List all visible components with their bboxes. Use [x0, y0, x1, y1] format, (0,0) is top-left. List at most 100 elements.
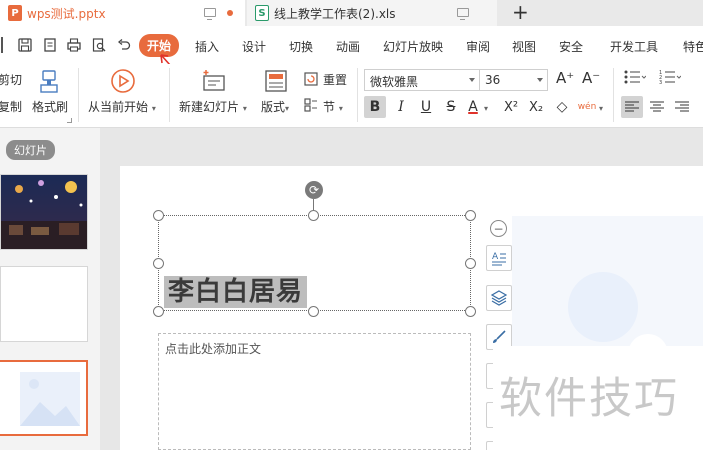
body-placeholder-text[interactable]: 点击此处添加正文 [165, 340, 261, 357]
resize-handle[interactable] [153, 306, 164, 317]
superscript-button[interactable]: X² [500, 96, 522, 118]
menu-insert[interactable]: 插入 [195, 38, 219, 55]
slide-thumbnail-panel: 幻灯片 [0, 128, 100, 450]
tab-xls[interactable]: S 线上教学工作表(2).xls [247, 0, 497, 26]
font-family-value: 微软雅黑 [370, 75, 419, 89]
reset-icon[interactable] [304, 72, 318, 89]
tab-wps-pptx[interactable]: P wps测试.pptx [0, 0, 245, 26]
undo-icon[interactable] [116, 37, 132, 53]
font-size-select[interactable]: 36 [479, 69, 548, 91]
layout-icon[interactable] [265, 70, 287, 95]
menu-view[interactable]: 视图 [512, 38, 536, 55]
chevron-down-icon: ▾ [285, 104, 290, 113]
tab-title: wps测试.pptx [27, 6, 106, 21]
reset-button[interactable]: 重置 [323, 71, 347, 88]
align-right-icon[interactable] [671, 96, 693, 118]
menu-special[interactable]: 特色 [683, 38, 703, 55]
bullet-list-icon[interactable] [624, 70, 647, 87]
new-tab-button[interactable]: + [512, 2, 529, 22]
menu-design[interactable]: 设计 [242, 38, 266, 55]
font-color-button[interactable]: A [465, 96, 481, 118]
decrease-font-button[interactable]: A⁻ [582, 69, 600, 87]
format-painter-icon[interactable] [38, 70, 60, 97]
subscript-button[interactable]: X₂ [525, 96, 547, 118]
print-preview-icon[interactable] [91, 37, 107, 53]
export-pdf-icon[interactable] [42, 37, 58, 53]
resize-handle[interactable] [308, 210, 319, 221]
underline-button[interactable]: U [415, 96, 437, 118]
menu-developer[interactable]: 开发工具 [610, 38, 658, 55]
menu-security[interactable]: 安全 [559, 38, 583, 55]
slide-preview-image [0, 362, 86, 434]
svg-text:A: A [492, 252, 499, 262]
resize-handle[interactable] [153, 210, 164, 221]
divider [78, 68, 79, 122]
strikethrough-button[interactable]: S [440, 96, 462, 118]
divider [357, 68, 358, 122]
resize-handle[interactable] [465, 210, 476, 221]
increase-font-button[interactable]: A⁺ [556, 69, 574, 87]
slide-thumbnail-1[interactable] [0, 174, 88, 250]
chevron-down-icon[interactable]: ▾ [599, 104, 603, 113]
slide-decoration-circle [568, 272, 638, 342]
unsaved-dot-icon [227, 10, 233, 16]
night-scene-image [1, 175, 87, 249]
copy-button[interactable]: 复制 [0, 98, 22, 115]
print-icon[interactable] [66, 37, 82, 53]
layers-icon[interactable] [486, 285, 512, 311]
section-icon[interactable] [304, 98, 318, 115]
layout-button[interactable]: 版式▾ [261, 98, 289, 115]
monitor-icon[interactable] [204, 8, 216, 20]
menu-transitions[interactable]: 切换 [289, 38, 313, 55]
align-left-icon[interactable] [621, 96, 643, 118]
tab-title: 线上教学工作表(2).xls [274, 6, 396, 21]
section-button[interactable]: 节 ▾ [323, 98, 343, 115]
format-painter-button[interactable]: 格式刷 [32, 98, 68, 115]
align-center-icon[interactable] [646, 96, 668, 118]
chevron-down-icon: ▾ [338, 104, 343, 113]
bold-button[interactable]: B [364, 96, 386, 118]
new-slide-button[interactable]: 新建幻灯片 ▾ [179, 98, 247, 115]
menu-bar: 开始 插入 设计 切换 动画 幻灯片放映 审阅 视图 安全 开发工具 特色 [0, 26, 703, 64]
chevron-down-icon [537, 78, 543, 82]
chevron-down-icon [469, 78, 475, 82]
slides-panel-label[interactable]: 幻灯片 [6, 140, 55, 160]
cut-button[interactable]: 剪切 [0, 71, 22, 88]
chevron-down-icon: ▾ [242, 104, 247, 113]
rotate-handle-icon[interactable]: ⟳ [305, 181, 323, 199]
divider [613, 68, 614, 122]
italic-button[interactable]: I [390, 96, 412, 118]
play-from-current-button[interactable]: 从当前开始 ▾ [88, 98, 156, 115]
menu-animations[interactable]: 动画 [336, 38, 360, 55]
slide-title[interactable]: 李白白居易 [164, 276, 308, 308]
collapse-toolbar-icon[interactable]: − [490, 220, 507, 237]
divider [169, 68, 170, 122]
chevron-down-icon: ▾ [151, 104, 156, 113]
chevron-down-icon[interactable]: ▾ [484, 104, 488, 113]
save-icon[interactable] [17, 37, 33, 53]
slide-thumbnail-3[interactable] [0, 360, 88, 436]
menu-slideshow[interactable]: 幻灯片放映 [383, 38, 443, 55]
menu-review[interactable]: 审阅 [466, 38, 490, 55]
slide-thumbnail-2[interactable] [0, 266, 88, 342]
resize-handle[interactable] [308, 306, 319, 317]
text-style-icon[interactable]: A [486, 245, 512, 271]
clear-format-button[interactable]: ◇ [551, 96, 573, 118]
new-slide-icon[interactable] [202, 70, 226, 95]
resize-handle[interactable] [465, 306, 476, 317]
resize-handle[interactable] [153, 258, 164, 269]
pinyin-button[interactable]: wén [576, 96, 598, 118]
dialog-launcher-icon[interactable] [67, 118, 72, 123]
numbered-list-icon[interactable]: 123 [659, 70, 682, 87]
new-slide-label: 新建幻灯片 [179, 100, 240, 114]
resize-handle[interactable] [465, 258, 476, 269]
section-label: 节 [323, 100, 336, 114]
font-family-select[interactable]: 微软雅黑 [364, 69, 480, 91]
ribbon: 剪切 复制 格式刷 从当前开始 ▾ 新建幻灯片 ▾ 版式▾ 重置 节 ▾ 微软雅… [0, 64, 703, 128]
font-size-value: 36 [485, 73, 501, 87]
monitor-icon[interactable] [457, 8, 469, 20]
ppt-file-icon: P [8, 5, 22, 21]
sidebar-toggle[interactable] [0, 37, 4, 53]
play-from-current-label: 从当前开始 [88, 100, 149, 114]
play-icon[interactable] [110, 68, 136, 97]
